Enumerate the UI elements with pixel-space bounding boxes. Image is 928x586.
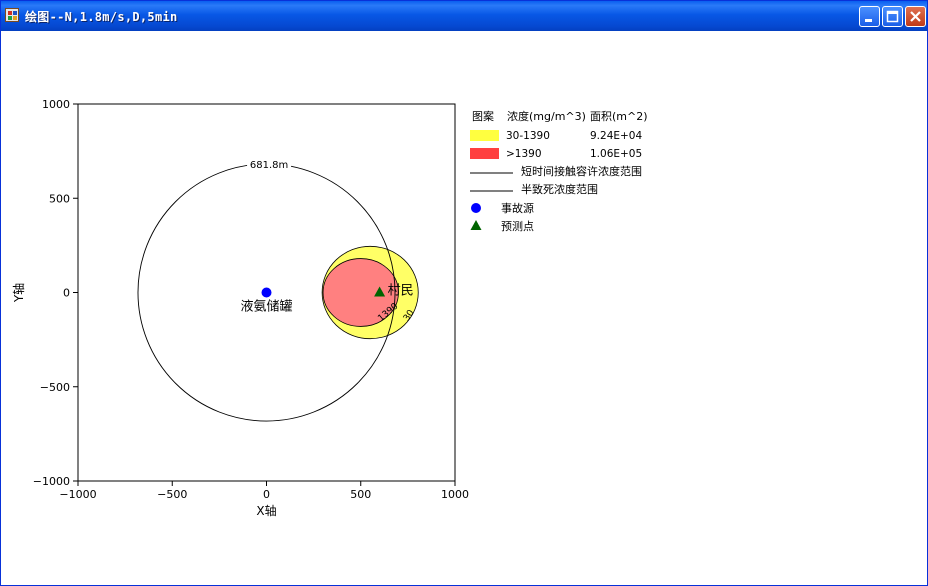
close-icon <box>910 11 921 22</box>
legend-line-label: 半致死浓度范围 <box>521 182 598 196</box>
legend-receptor-icon <box>470 220 482 230</box>
dispersion-chart: 681.8m1390 30液氨储罐村民 −1000 −500 0 500 10001000… <box>11 98 648 518</box>
legend-header-pattern: 图案 <box>472 109 494 123</box>
legend-range: >1390 <box>506 148 542 160</box>
app-icon[interactable] <box>5 8 19 22</box>
legend-header-area: 面积(m^2) <box>590 110 648 123</box>
legend-swatch <box>470 148 499 159</box>
maximize-button[interactable] <box>882 6 903 27</box>
legend-source-label: 事故源 <box>501 201 534 215</box>
title-bar[interactable]: 绘图--N,1.8m/s,D,5min <box>1 1 927 31</box>
window-title: 绘图--N,1.8m/s,D,5min <box>25 10 178 24</box>
x-tick-label: −500 <box>157 488 187 501</box>
x-tick-label: −1000 <box>59 488 96 501</box>
legend-line-label: 短时间接触容许浓度范围 <box>521 164 642 178</box>
y-axis-label: Y轴 <box>11 283 26 303</box>
y-tick-label: −500 <box>40 381 70 394</box>
source-marker <box>261 287 272 298</box>
x-tick-label: 500 <box>350 488 371 501</box>
maximize-icon <box>886 10 899 23</box>
source-label: 液氨储罐 <box>240 300 292 315</box>
legend-swatch <box>470 130 499 141</box>
x-tick-label: 1000 <box>441 488 469 501</box>
plot-area: 681.8m 1390 30 液氨储罐 村民 −1000 −500 0 500 1000 1000… <box>1 31 927 585</box>
y-tick-label: −1000 <box>33 475 70 488</box>
close-button[interactable] <box>905 6 926 27</box>
x-tick-label: 0 <box>263 488 270 501</box>
legend: 图案 浓度(mg/m^3) 面积(m^2) 30-1390 9.24E+04 >1390 1… <box>470 109 648 233</box>
legend-header-concentration: 浓度(mg/m^3) <box>507 109 586 123</box>
y-tick-label: 1000 <box>42 98 70 111</box>
y-tick-label: 500 <box>49 192 70 205</box>
legend-area-value: 1.06E+05 <box>590 148 642 160</box>
circle-label: 681.8m <box>250 160 288 171</box>
x-axis-label: X轴 <box>256 503 276 518</box>
legend-receptor-label: 预测点 <box>501 220 534 233</box>
y-tick-label: 0 <box>63 287 70 300</box>
minimize-icon <box>865 19 872 22</box>
legend-range: 30-1390 <box>506 130 550 142</box>
legend-source-icon <box>471 203 481 213</box>
minimize-button[interactable] <box>859 6 880 27</box>
app-window: 绘图--N,1.8m/s,D,5min 681.8m 1390 30 液氨储罐 村民 −… <box>0 0 928 586</box>
legend-area-value: 9.24E+04 <box>590 130 642 142</box>
receptor-label: 村民 <box>388 284 414 299</box>
